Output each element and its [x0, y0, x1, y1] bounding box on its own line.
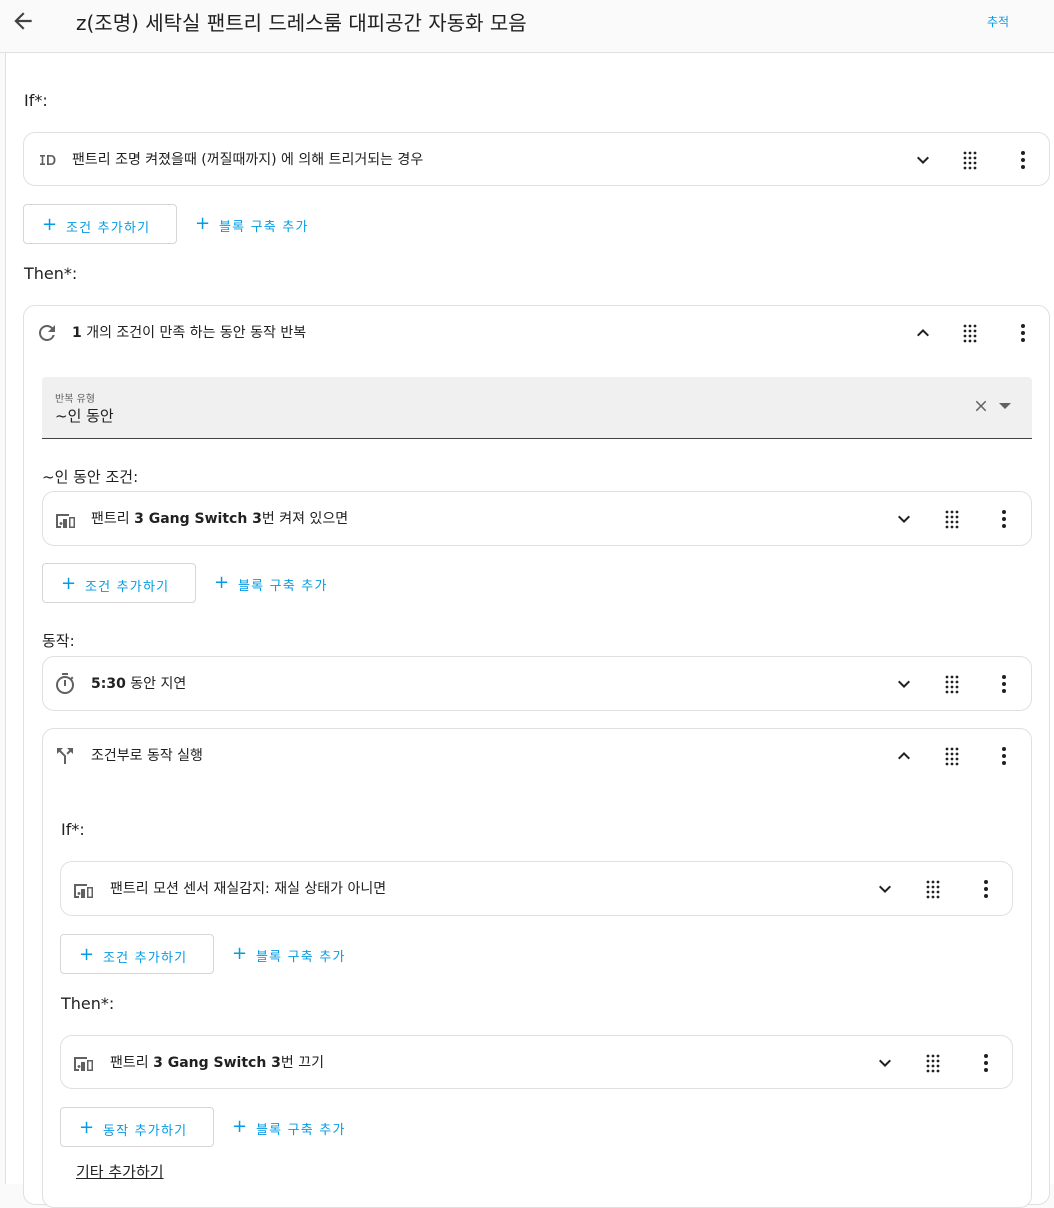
chevron-down-icon[interactable] [911, 148, 935, 172]
delay-description: 5:30 동안 지연 [91, 676, 187, 692]
repeat-type-label: 반복 유형 [55, 394, 95, 405]
add-condition-button[interactable]: + 조건 추가하기 [60, 934, 214, 974]
while-condition-card[interactable]: 팬트리 3 Gang Switch 3번 켜져 있으면 [42, 491, 1032, 546]
choose-header-row[interactable]: 조건부로 동작 실행 [43, 729, 1031, 783]
add-condition-button[interactable]: + 조건 추가하기 [23, 204, 177, 244]
plus-icon: + [232, 1116, 249, 1137]
choose-action-row-card[interactable]: 팬트리 3 Gang Switch 3번 끄기 [60, 1035, 1013, 1089]
more-vert-icon[interactable] [992, 672, 1016, 696]
plus-icon: + [232, 943, 249, 964]
drag-handle-icon[interactable] [940, 744, 964, 768]
while-condition-description: 팬트리 3 Gang Switch 3번 켜져 있으면 [91, 511, 349, 527]
branch-icon [57, 748, 73, 764]
add-else-link[interactable]: 기타 추가하기 [76, 1161, 164, 1182]
add-condition-button[interactable]: + 조건 추가하기 [42, 563, 196, 603]
choose-action-row[interactable]: 팬트리 3 Gang Switch 3번 끄기 [61, 1036, 1012, 1090]
trigger-description: 팬트리 조명 켜졌을때 (꺼질때까지) 에 의해 트리거되는 경우 [72, 152, 424, 168]
clear-icon[interactable] [972, 397, 990, 415]
more-vert-icon[interactable] [992, 744, 1016, 768]
chevron-up-icon[interactable] [892, 744, 916, 768]
dropdown-arrow-icon[interactable] [998, 401, 1012, 411]
while-condition-row[interactable]: 팬트리 3 Gang Switch 3번 켜져 있으면 [43, 492, 1031, 546]
drag-handle-icon[interactable] [921, 877, 945, 901]
delay-action-card[interactable]: 5:30 동안 지연 [42, 656, 1032, 711]
trigger-card[interactable]: 팬트리 조명 켜졌을때 (꺼질때까지) 에 의해 트리거되는 경우 [23, 132, 1050, 186]
drag-handle-icon[interactable] [958, 321, 982, 345]
chevron-down-icon[interactable] [873, 877, 897, 901]
add-action-button[interactable]: + 동작 추가하기 [60, 1107, 214, 1147]
delay-row[interactable]: 5:30 동안 지연 [43, 657, 1031, 711]
id-icon [40, 155, 56, 165]
repeat-header-row[interactable]: 1 개의 조건이 만족 하는 동안 동작 반복 [24, 306, 1049, 360]
drag-handle-icon[interactable] [940, 672, 964, 696]
then-section-label: Then*: [24, 264, 78, 283]
drag-handle-icon[interactable] [940, 507, 964, 531]
choose-then-label: Then*: [61, 994, 115, 1013]
timer-icon [56, 673, 74, 694]
while-conditions-label: ~인 동안 조건: [42, 468, 139, 486]
repeat-type-value: ~인 동안 [55, 407, 114, 425]
device-icon [74, 884, 93, 898]
more-vert-icon[interactable] [1011, 321, 1035, 345]
drag-handle-icon[interactable] [958, 148, 982, 172]
choose-action-description: 팬트리 3 Gang Switch 3번 끄기 [110, 1055, 324, 1071]
chevron-up-icon[interactable] [911, 321, 935, 345]
add-building-block-button[interactable]: + 블록 구축 추가 [214, 1107, 374, 1147]
choose-condition-card[interactable]: 팬트리 모션 센서 재실감지: 재실 상태가 아니면 [60, 861, 1013, 916]
plus-icon: + [42, 214, 59, 235]
drag-handle-icon[interactable] [921, 1051, 945, 1075]
top-app-bar: z(조명) 세탁실 팬트리 드레스룸 대피공간 자동화 모음 추적 [0, 0, 1054, 53]
more-vert-icon[interactable] [992, 507, 1016, 531]
repeat-description: 1 개의 조건이 만족 하는 동안 동작 반복 [72, 325, 307, 341]
chevron-down-icon[interactable] [892, 672, 916, 696]
back-arrow-icon[interactable] [10, 8, 36, 34]
plus-icon: + [79, 944, 96, 965]
trace-button[interactable]: 추적 [987, 13, 1009, 30]
choose-condition-row[interactable]: 팬트리 모션 센서 재실감지: 재실 상태가 아니면 [61, 862, 1012, 916]
device-icon [74, 1057, 93, 1071]
more-vert-icon[interactable] [1011, 148, 1035, 172]
repeat-icon [39, 325, 55, 341]
choose-description: 조건부로 동작 실행 [91, 748, 203, 764]
plus-icon: + [61, 573, 78, 594]
more-vert-icon[interactable] [974, 1051, 998, 1075]
device-icon [56, 514, 75, 528]
choose-condition-description: 팬트리 모션 센서 재실감지: 재실 상태가 아니면 [110, 881, 387, 897]
choose-if-label: If*: [61, 820, 85, 839]
chevron-down-icon[interactable] [892, 507, 916, 531]
chevron-down-icon[interactable] [873, 1051, 897, 1075]
plus-icon: + [79, 1117, 96, 1138]
add-building-block-button[interactable]: + 블록 구축 추가 [214, 934, 374, 974]
add-building-block-button[interactable]: + 블록 구축 추가 [196, 563, 356, 603]
actions-label: 동작: [42, 632, 75, 650]
plus-icon: + [214, 572, 231, 593]
plus-icon: + [195, 213, 212, 234]
trigger-row[interactable]: 팬트리 조명 켜졌을때 (꺼질때까지) 에 의해 트리거되는 경우 [24, 133, 1049, 187]
add-building-block-button[interactable]: + 블록 구축 추가 [177, 204, 337, 244]
if-section-label: If*: [24, 91, 48, 110]
more-vert-icon[interactable] [974, 877, 998, 901]
repeat-type-select[interactable]: 반복 유형 ~인 동안 [42, 377, 1032, 439]
page-title: z(조명) 세탁실 팬트리 드레스룸 대피공간 자동화 모음 [76, 11, 527, 35]
